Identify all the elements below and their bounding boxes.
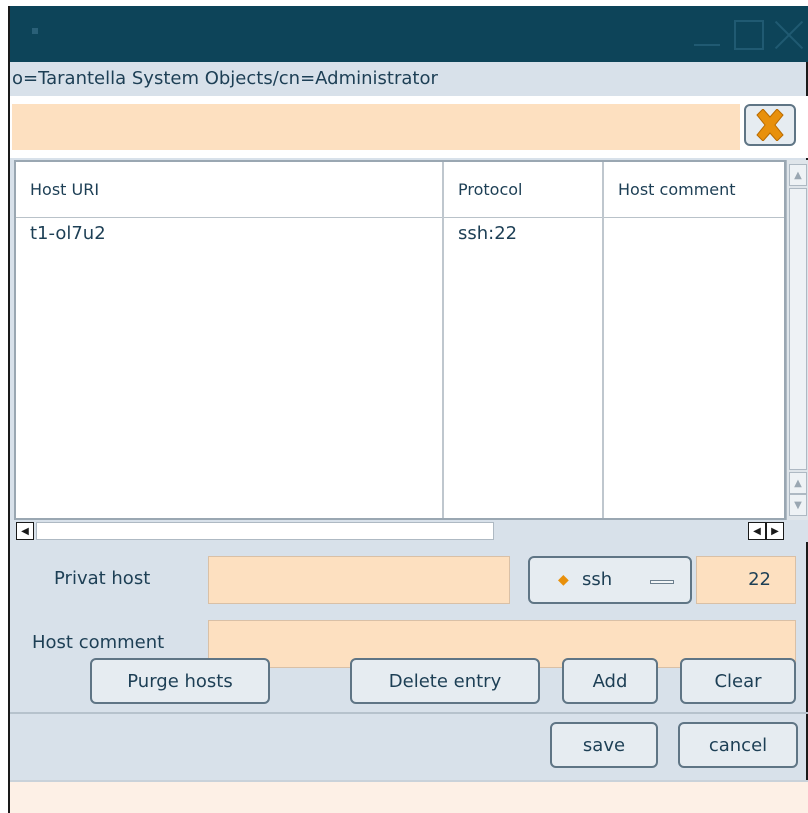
maximize-icon[interactable]	[734, 20, 764, 50]
privat-host-input[interactable]	[208, 556, 510, 604]
add-button[interactable]: Add	[562, 658, 658, 704]
cell-protocol: ssh:22	[458, 223, 518, 244]
window-menu-icon[interactable]	[32, 28, 38, 34]
save-button[interactable]: save	[550, 722, 658, 768]
delete-entry-button[interactable]: Delete entry	[350, 658, 540, 704]
horizontal-scroll-thumb[interactable]	[36, 522, 494, 540]
scroll-left-icon[interactable]: ◀	[16, 522, 34, 540]
hosts-table: Host URI Protocol Host comment t1-ol7u2 …	[14, 160, 786, 520]
minimize-icon[interactable]	[692, 20, 722, 50]
column-header-protocol[interactable]: Protocol	[444, 162, 522, 218]
table-header: Host URI Protocol Host comment	[16, 162, 784, 218]
cell-host-comment	[604, 219, 618, 249]
column-header-host-uri[interactable]: Host URI	[16, 162, 99, 218]
table-row[interactable]: t1-ol7u2 ssh:22	[16, 219, 784, 249]
scroll-up-icon[interactable]: ▲	[789, 164, 807, 186]
vertical-scrollbar[interactable]: ▲ ▲ ▼	[786, 160, 808, 520]
up-down-arrows-icon: ◆	[558, 572, 569, 588]
status-strip	[10, 780, 808, 813]
filter-row	[10, 96, 808, 158]
column-separator[interactable]	[442, 162, 444, 518]
protocol-value: ssh	[582, 569, 613, 590]
host-comment-label: Host comment	[32, 632, 165, 653]
scroll-down-icon[interactable]: ▼	[789, 494, 807, 516]
object-path-label: o=Tarantella System Objects/cn=Administr…	[12, 68, 438, 89]
cancel-button[interactable]: cancel	[678, 722, 798, 768]
close-x-icon	[756, 109, 784, 141]
scroll-right-icon[interactable]: ▶	[766, 522, 784, 540]
scroll-left-icon[interactable]: ◀	[748, 522, 766, 540]
vertical-scroll-thumb[interactable]	[789, 188, 807, 470]
port-input[interactable]: 22	[696, 556, 796, 604]
privat-host-label: Privat host	[54, 568, 151, 589]
cell-host-uri: t1-ol7u2	[30, 223, 106, 244]
table-body: t1-ol7u2 ssh:22	[16, 219, 784, 249]
dropdown-indicator-icon	[650, 580, 674, 584]
purge-hosts-button[interactable]: Purge hosts	[90, 658, 270, 704]
clear-button[interactable]: Clear	[680, 658, 796, 704]
horizontal-scrollbar[interactable]: ◀ ◀ ▶	[14, 520, 808, 542]
scroll-up-icon[interactable]: ▲	[789, 472, 807, 494]
column-separator[interactable]	[602, 162, 604, 518]
dialog-window: o=Tarantella System Objects/cn=Administr…	[8, 6, 808, 813]
column-header-host-comment[interactable]: Host comment	[604, 162, 736, 218]
protocol-select[interactable]: ◆ ssh	[528, 556, 692, 604]
filter-input[interactable]	[12, 104, 740, 150]
close-window-icon[interactable]	[774, 20, 804, 50]
clear-filter-button[interactable]	[744, 104, 796, 146]
title-bar[interactable]	[10, 6, 808, 62]
divider	[10, 712, 808, 714]
